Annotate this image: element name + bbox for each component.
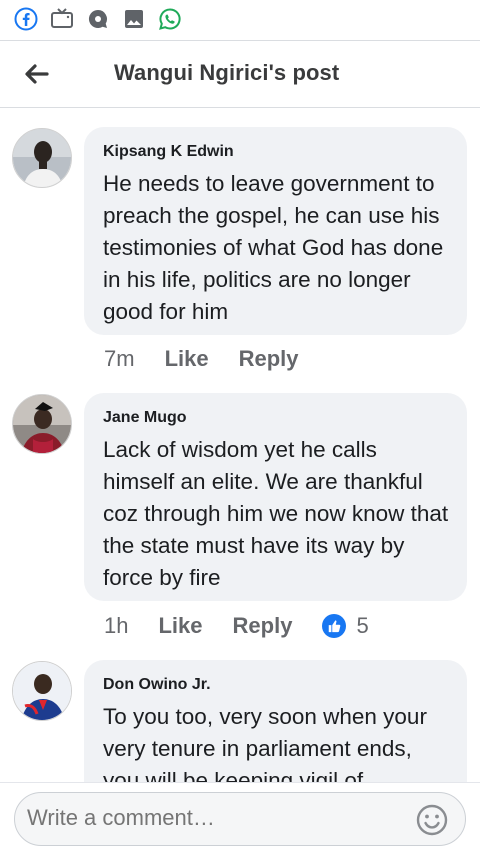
reply-button[interactable]: Reply xyxy=(239,346,299,372)
comment-bubble: Jane Mugo Lack of wisdom yet he calls hi… xyxy=(84,393,467,601)
like-button[interactable]: Like xyxy=(158,613,202,639)
post-comments-screen: Wangui Ngirici's post Kipsang K Edwin He… xyxy=(0,0,480,854)
avatar[interactable] xyxy=(12,394,72,454)
comment-author[interactable]: Jane Mugo xyxy=(103,409,449,427)
like-button[interactable]: Like xyxy=(165,346,209,372)
comment-input[interactable] xyxy=(27,805,407,831)
tv-icon xyxy=(50,7,74,31)
header-divider xyxy=(0,107,480,108)
avatar[interactable] xyxy=(12,128,72,188)
back-arrow-icon xyxy=(25,64,49,84)
emoji-icon xyxy=(416,804,448,836)
comment-timestamp[interactable]: 7m xyxy=(104,346,135,372)
reaction-summary[interactable]: 5 xyxy=(322,613,369,639)
status-divider xyxy=(0,40,480,41)
back-button[interactable] xyxy=(18,56,54,92)
comment-composer[interactable] xyxy=(14,792,466,846)
comment-actions: 7m Like Reply xyxy=(104,346,329,372)
settings-bubble-icon xyxy=(86,7,110,31)
comment-author[interactable]: Kipsang K Edwin xyxy=(103,143,449,161)
comment-actions: 1h Like Reply 5 xyxy=(104,613,369,639)
comment-author[interactable]: Don Owino Jr. xyxy=(103,676,449,694)
image-icon xyxy=(122,7,146,31)
comment-text: Lack of wisdom yet he calls himself an e… xyxy=(103,437,449,590)
avatar[interactable] xyxy=(12,661,72,721)
facebook-icon xyxy=(14,7,38,31)
comment-timestamp[interactable]: 1h xyxy=(104,613,128,639)
reaction-count: 5 xyxy=(356,613,369,638)
comment-bubble: Kipsang K Edwin He needs to leave govern… xyxy=(84,127,467,335)
page-title: Wangui Ngirici's post xyxy=(114,60,340,85)
thumbs-up-icon xyxy=(322,614,347,638)
status-bar xyxy=(0,0,480,38)
header-bar: Wangui Ngirici's post xyxy=(0,42,480,106)
whatsapp-icon xyxy=(158,7,182,31)
emoji-button[interactable] xyxy=(415,803,449,837)
reply-button[interactable]: Reply xyxy=(233,613,293,639)
comment-text: He needs to leave government to preach t… xyxy=(103,171,444,324)
